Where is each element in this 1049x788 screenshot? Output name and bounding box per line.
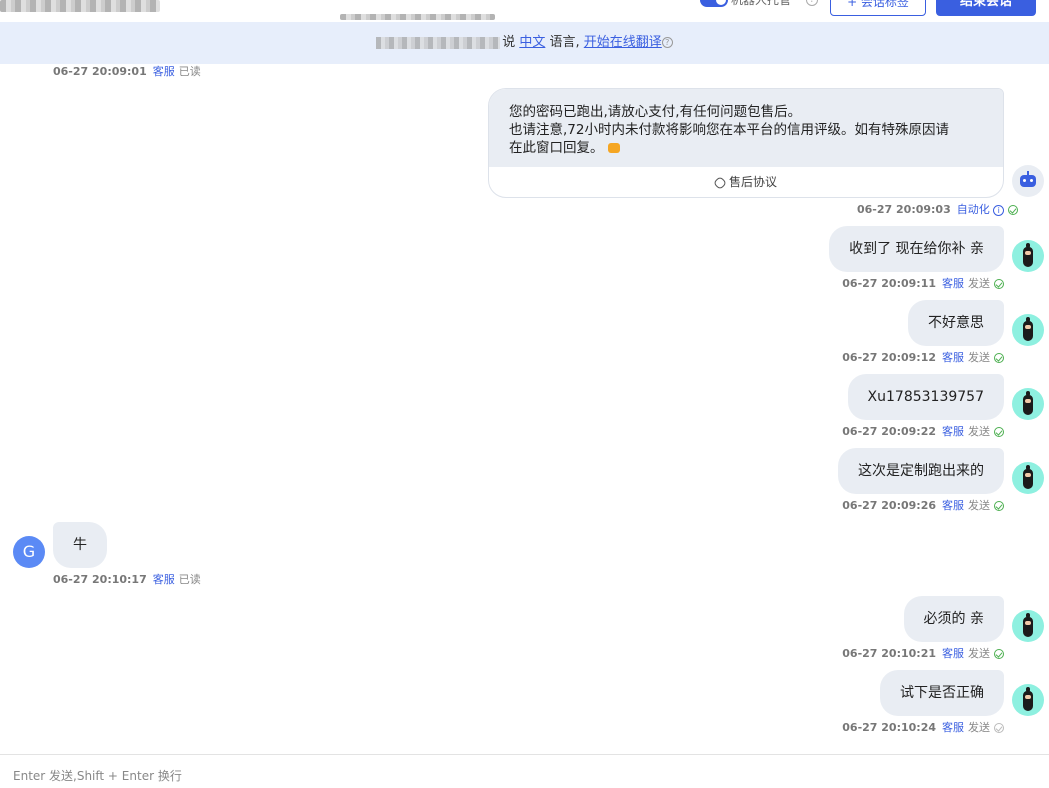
language-link[interactable]: 中文 [519,35,545,50]
message-meta: 06-27 20:09:01 客服 已读 [53,65,201,78]
message-bubble[interactable]: 这次是定制跑出来的 [838,448,1004,494]
message-meta: 06-27 20:09:26 客服 发送 [842,497,1004,513]
robot-toggle[interactable] [700,0,728,7]
customer-avatar: G [13,536,45,568]
message-bubble[interactable]: 收到了 现在给你补 亲 [829,226,1004,272]
translate-help-icon[interactable]: ? [661,37,673,48]
add-tag-button[interactable]: + 会话标签 [830,0,926,16]
agent-avatar [1012,240,1044,272]
top-toolbar: 机器人托管 ? + 会话标签 结束会话 [0,0,1049,22]
message-input[interactable]: Enter 发送,Shift + Enter 换行 [0,754,1049,788]
robot-avatar [1012,165,1044,197]
message-meta: 06-27 20:09:12 客服 发送 [842,349,1004,365]
sent-check-icon [1008,205,1019,215]
info-icon[interactable]: i [993,204,1005,216]
link-icon [712,175,728,190]
message-bubble[interactable]: 试下是否正确 [880,670,1004,716]
message-meta: 06-27 20:09:11 客服 发送 [842,275,1004,291]
blurred-customer-name [376,36,501,49]
sent-check-icon [994,353,1004,363]
message-bubble[interactable]: Xu17853139757 [847,374,1004,420]
chat-message-list[interactable]: 06-27 20:09:01 客服 已读 您的密码已跑出,请放心支付,有任何问题包售… [0,64,1049,754]
message-bubble[interactable]: 不好意思 [908,300,1004,346]
robot-toggle-label: 机器人托管 [731,0,792,7]
agent-avatar [1012,388,1044,420]
after-sales-agreement-link[interactable]: 售后协议 [489,167,1003,197]
language-suffix: 语言, [549,35,580,50]
say-label: 说 [502,35,516,50]
sent-check-icon [994,279,1004,289]
agent-avatar [1012,610,1044,642]
sent-check-icon [994,427,1004,437]
cat-emoji-icon [607,143,620,153]
message-meta: 06-27 20:09:22 客服 发送 [842,423,1004,439]
agent-avatar [1012,314,1044,346]
card-body: 您的密码已跑出,请放心支付,有任何问题包售后。 也请注意,72小时内未付款将影响… [489,89,1003,167]
message-meta: 06-27 20:10:21 客服 发送 [842,645,1004,661]
sent-check-icon [994,649,1004,659]
message-bubble[interactable]: 必须的 亲 [903,596,1004,642]
pending-check-icon [994,723,1004,733]
blurred-contact-name [0,0,160,12]
end-chat-button[interactable]: 结束会话 [936,0,1036,16]
sent-check-icon [994,501,1004,511]
agent-avatar [1012,684,1044,716]
translate-bar: 说 中文 语言, 开始在线翻译? [0,22,1049,64]
message-bubble[interactable]: 牛 [53,522,107,568]
blurred-contact-info [340,14,495,20]
input-hint: Enter 发送,Shift + Enter 换行 [13,769,182,783]
message-meta: 06-27 20:10:17 客服 已读 [53,573,201,586]
message-meta: 06-27 20:09:03 自动化 i [857,201,1019,217]
agent-avatar [1012,462,1044,494]
help-icon[interactable]: ? [806,0,818,6]
message-meta: 06-27 20:10:24 客服 发送 [842,719,1004,735]
start-translate-link[interactable]: 开始在线翻译 [584,35,662,50]
auto-reply-card: 您的密码已跑出,请放心支付,有任何问题包售后。 也请注意,72小时内未付款将影响… [488,88,1004,198]
